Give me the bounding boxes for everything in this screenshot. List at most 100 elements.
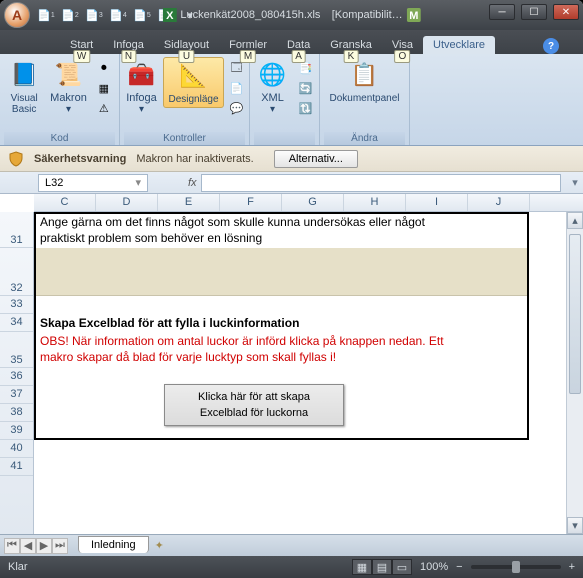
tab-nav-next[interactable]: ▶ [36,538,52,554]
beige-input-area[interactable] [36,248,527,296]
tab-infoga[interactable]: InfogaN [103,36,154,54]
view-layout-button[interactable]: ▤ [372,559,392,575]
view-normal-button[interactable]: ▦ [352,559,372,575]
row-38[interactable]: 38 [0,404,33,422]
fx-icon[interactable]: fx [188,177,197,189]
shield-icon [8,151,24,167]
zoom-slider[interactable] [471,565,561,569]
cell-grid[interactable]: Ange gärna om det finns något som skulle… [34,212,583,534]
use-relative-refs-button[interactable]: ▦ [93,79,115,97]
tab-nav-first[interactable]: ⏮ [4,538,20,554]
design-mode-icon: 📐 [178,60,210,92]
tab-data[interactable]: DataA [277,36,320,54]
tab-granska[interactable]: GranskaK [320,36,382,54]
tab-utvecklare[interactable]: Utvecklare [423,36,495,54]
zoom-level[interactable]: 100% [420,561,448,573]
security-bar: Säkerhetsvarning Makron har inaktiverats… [0,146,583,172]
office-button[interactable]: A [4,2,30,28]
vertical-scrollbar[interactable]: ▴ ▾ [566,212,583,534]
cell-text-31b: praktiskt problem som behöver en lösning [40,231,262,245]
qat-5[interactable]: 📄5 [132,5,152,25]
formula-bar[interactable] [201,174,561,192]
zoom-in-button[interactable]: + [569,561,575,573]
xml-expand-button[interactable]: 🔄 [295,79,317,97]
vb-icon: 📘 [8,59,40,91]
scroll-thumb[interactable] [569,234,581,394]
xml-icon: 🌐 [257,59,289,91]
svg-text:M: M [409,10,418,22]
col-j[interactable]: J [468,194,530,211]
maximize-button[interactable]: ☐ [521,4,547,20]
ribbon: 📘 Visual Basic 📜 Makron▾ ⏺ ▦ ⚠ Kod 🧰 [0,54,583,146]
close-button[interactable]: ✕ [553,4,579,20]
designlage-button[interactable]: 📐 Designläge [163,57,223,108]
scroll-up-button[interactable]: ▴ [567,212,583,229]
row-40[interactable]: 40 [0,440,33,458]
excel-doc-icon: X [162,8,176,22]
security-options-button[interactable]: Alternativ... [274,150,358,168]
view-code-button[interactable]: 📄 [226,79,248,97]
toolbox-icon: 🧰 [125,59,157,91]
row-34[interactable]: 34 [0,314,33,332]
row-41[interactable]: 41 [0,458,33,476]
xml-button[interactable]: 🌐 XML▾ [253,57,293,117]
security-title: Säkerhetsvarning [34,153,126,165]
row-31[interactable]: 31 [0,212,33,248]
col-c[interactable]: C [34,194,96,211]
dialog-icon: 💬 [229,100,245,116]
tab-sidlayout[interactable]: SidlayoutU [154,36,219,54]
security-message: Makron har inaktiverats. [136,153,253,165]
name-box[interactable]: L32▾ [38,174,148,192]
row-36[interactable]: 36 [0,368,33,386]
worksheet-area: C D E F G H I J 31 32 33 34 35 36 37 38 … [0,194,583,534]
qat-4[interactable]: 📄4 [108,5,128,25]
row-39[interactable]: 39 [0,422,33,440]
tab-nav-prev[interactable]: ◀ [20,538,36,554]
tab-visa[interactable]: VisaO [382,36,423,54]
row-37[interactable]: 37 [0,386,33,404]
visual-basic-button[interactable]: 📘 Visual Basic [4,57,44,117]
sheet-tab-bar: ⏮ ◀ ▶ ⏭ Inledning ✦ [0,534,583,556]
status-bar: Klar ▦ ▤ ▭ 100% − + [0,556,583,578]
minimize-button[interactable]: ─ [489,4,515,20]
relref-icon: ▦ [96,80,112,96]
col-g[interactable]: G [282,194,344,211]
qat-2[interactable]: 📄2 [60,5,80,25]
row-35[interactable]: 35 [0,332,33,368]
makron-button[interactable]: 📜 Makron▾ [46,57,91,117]
scroll-down-button[interactable]: ▾ [567,517,583,534]
infoga-control-button[interactable]: 🧰 Infoga▾ [121,57,161,117]
qat-1[interactable]: 📄1 [36,5,56,25]
col-i[interactable]: I [406,194,468,211]
code-icon: 📄 [229,80,245,96]
formula-expand-button[interactable]: ▾ [567,176,583,189]
titlebar: A 📄1 📄2 📄3 📄4 📄5 📄6 ▾ X Luckenkät2008_08… [0,0,583,30]
sheet-tab-inledning[interactable]: Inledning [78,536,149,553]
dokumentpanel-button[interactable]: 📋 Dokumentpanel [325,57,403,106]
tab-start[interactable]: StartW [60,36,103,54]
run-dialog-button[interactable]: 💬 [226,99,248,117]
col-f[interactable]: F [220,194,282,211]
col-e[interactable]: E [158,194,220,211]
create-sheets-macro-button[interactable]: Klicka här för att skapaExcelblad för lu… [164,384,344,426]
col-h[interactable]: H [344,194,406,211]
row-32[interactable]: 32 [0,248,33,296]
svg-text:X: X [166,10,174,22]
group-andra: 📋 Dokumentpanel Ändra [320,54,410,145]
group-xml: 🌐 XML▾ 📑 🔄 🔃 [250,54,320,145]
zoom-out-button[interactable]: − [456,561,462,573]
row-33[interactable]: 33 [0,296,33,314]
tab-formler[interactable]: FormlerM [219,36,277,54]
help-icon[interactable]: ? [543,38,559,54]
row-headers: 31 32 33 34 35 36 37 38 39 40 41 [0,212,34,534]
tab-nav-last[interactable]: ⏭ [52,538,68,554]
col-d[interactable]: D [96,194,158,211]
xml-refresh-button[interactable]: 🔃 [295,99,317,117]
qat-3[interactable]: 📄3 [84,5,104,25]
macro-security-button[interactable]: ⚠ [93,99,115,117]
new-sheet-button[interactable]: ✦ [155,539,164,552]
status-ready: Klar [8,561,28,573]
record-macro-button[interactable]: ⏺ [93,59,115,77]
m-badge-icon: M [407,8,421,22]
view-pagebreak-button[interactable]: ▭ [392,559,412,575]
